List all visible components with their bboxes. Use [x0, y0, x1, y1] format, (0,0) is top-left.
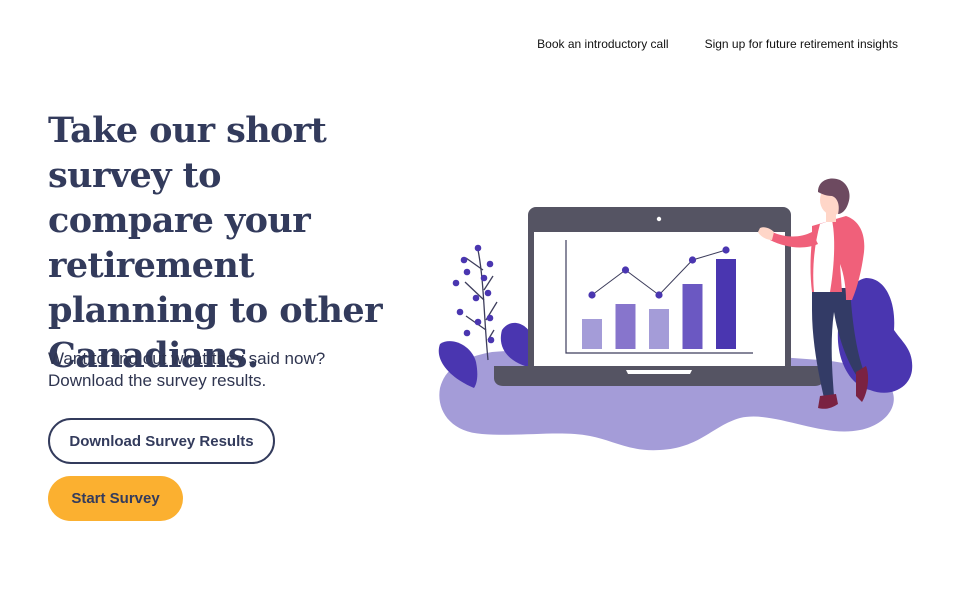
- chart-point: [621, 266, 630, 274]
- download-survey-results-button[interactable]: Download Survey Results: [48, 418, 275, 464]
- person-with-chart-illustration: [438, 178, 913, 451]
- chart-point: [688, 256, 697, 264]
- chart-point: [655, 291, 663, 299]
- plant-berries-icon: [452, 244, 495, 344]
- chart-bar: [682, 284, 703, 349]
- chart-bar: [615, 304, 636, 349]
- signup-insights-link[interactable]: Sign up for future retirement insights: [705, 37, 898, 51]
- hero-subtitle-line: Download the survey results.: [48, 371, 267, 390]
- chart-point: [722, 246, 730, 254]
- chart-point: [588, 291, 596, 299]
- chart-bar: [716, 259, 736, 349]
- laptop-base: [494, 366, 824, 386]
- laptop-camera: [656, 216, 662, 222]
- hero-title: Take our short survey to compare your re…: [48, 110, 383, 376]
- book-call-link[interactable]: Book an introductory call: [537, 37, 668, 51]
- plant-stem-icon: [464, 249, 498, 361]
- chart-bar: [582, 319, 602, 349]
- top-navigation: Book an introductory call Sign up for fu…: [537, 37, 898, 51]
- chart-bar: [649, 309, 669, 349]
- hero-subtitle: Want to find out what they said now? Dow…: [48, 348, 368, 392]
- hero-subtitle-line: Want to find out what they said now?: [48, 349, 326, 368]
- start-survey-button[interactable]: Start Survey: [48, 476, 183, 521]
- laptop-trackpad: [626, 370, 692, 374]
